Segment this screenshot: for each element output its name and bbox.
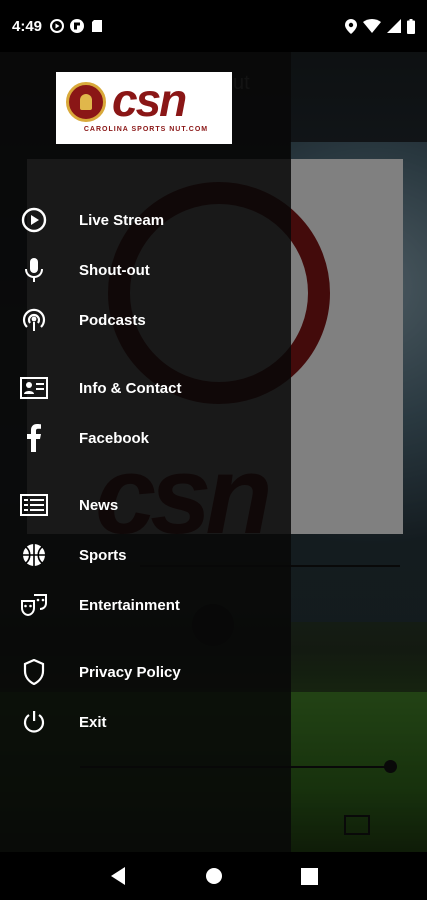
navigation-drawer: csn CAROLINA SPORTS NUT.COM Live Stream … xyxy=(0,52,291,852)
menu-item-facebook[interactable]: Facebook xyxy=(0,416,291,460)
menu-item-sports[interactable]: Sports xyxy=(0,533,291,577)
menu-item-label: Exit xyxy=(79,713,107,731)
wifi-icon xyxy=(363,19,381,33)
news-icon xyxy=(20,491,48,519)
back-button[interactable] xyxy=(109,866,127,886)
play-circle-icon xyxy=(50,19,65,33)
menu-item-entertainment[interactable]: Entertainment xyxy=(0,583,291,627)
menu-item-news[interactable]: News xyxy=(0,483,291,527)
menu-item-label: Info & Contact xyxy=(79,379,182,397)
status-time: 4:49 xyxy=(12,17,43,35)
system-nav-bar xyxy=(0,852,427,900)
location-icon xyxy=(345,18,357,34)
recents-button[interactable] xyxy=(301,867,318,885)
logo-wordmark: csn xyxy=(112,74,187,126)
menu-item-info-contact[interactable]: Info & Contact xyxy=(0,366,291,410)
menu-item-label: Entertainment xyxy=(79,596,180,614)
shield-icon xyxy=(20,658,48,686)
battery-icon xyxy=(407,18,415,34)
microphone-icon xyxy=(20,256,48,284)
menu-item-label: Privacy Policy xyxy=(79,663,181,681)
menu-item-privacy-policy[interactable]: Privacy Policy xyxy=(0,650,291,694)
theater-masks-icon xyxy=(20,591,48,619)
acorn-mic-seal xyxy=(66,82,106,122)
menu-item-label: Podcasts xyxy=(79,311,146,329)
basketball-icon xyxy=(20,541,48,569)
power-icon xyxy=(20,708,48,736)
play-circle-icon xyxy=(20,206,48,234)
logo-tagline: CAROLINA SPORTS NUT.COM xyxy=(83,126,209,133)
menu-item-podcasts[interactable]: Podcasts xyxy=(0,298,291,342)
podcast-icon xyxy=(20,306,48,334)
menu-item-shout-out[interactable]: Shout-out xyxy=(0,248,291,292)
menu-item-label: Facebook xyxy=(79,429,150,447)
contact-card-icon xyxy=(20,374,48,402)
menu-item-label: Sports xyxy=(79,546,127,564)
csn-logo: csn CAROLINA SPORTS NUT.COM xyxy=(56,72,232,144)
status-bar: 4:49 xyxy=(0,0,427,52)
sd-card-icon xyxy=(92,20,103,32)
menu-item-label: Live Stream xyxy=(79,211,165,229)
facebook-icon xyxy=(20,424,48,452)
home-button[interactable] xyxy=(205,867,223,885)
menu-item-label: Shout-out xyxy=(79,261,150,279)
menu-item-exit[interactable]: Exit xyxy=(0,700,291,744)
menu-item-label: News xyxy=(79,496,119,514)
signal-icon xyxy=(387,19,401,33)
menu-item-live-stream[interactable]: Live Stream xyxy=(0,198,291,242)
flipboard-icon xyxy=(70,19,85,33)
